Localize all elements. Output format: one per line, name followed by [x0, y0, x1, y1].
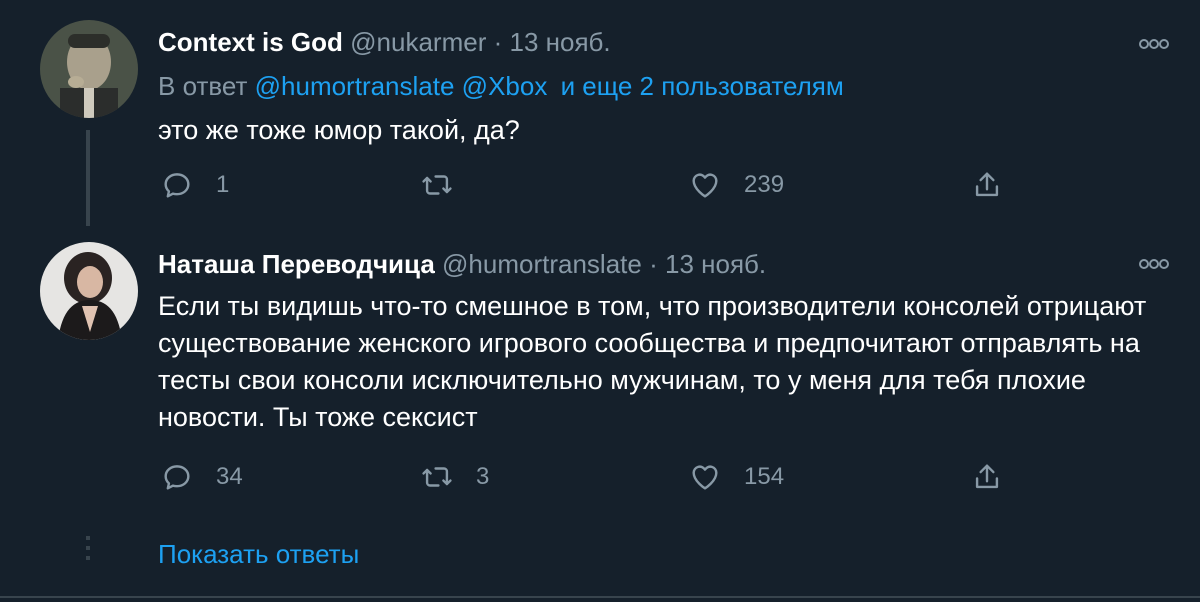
more-icon[interactable] — [1138, 258, 1170, 270]
separator: · — [493, 27, 503, 57]
thread-line — [86, 130, 90, 226]
reply-button[interactable]: 34 — [160, 460, 243, 494]
tweet-header: Наташа Переводчица @humortranslate · 13 … — [158, 248, 766, 280]
more-replies-indicator — [86, 536, 90, 566]
like-button[interactable]: 239 — [688, 168, 784, 202]
more-icon[interactable] — [1138, 38, 1170, 50]
reply-prefix: В ответ — [158, 71, 248, 101]
avatar[interactable] — [40, 20, 138, 118]
reply-icon — [164, 173, 190, 198]
share-icon — [975, 172, 999, 197]
retweet-count: 3 — [476, 463, 490, 490]
tweet-text: это же тоже юмор такой, да? — [158, 115, 520, 145]
author-handle[interactable]: @nukarmer — [350, 27, 486, 57]
tweet-text: Если ты видишь что-то смешное в том, что… — [158, 291, 1147, 432]
show-replies-link[interactable]: Показать ответы — [158, 538, 359, 570]
reply-button[interactable]: 1 — [160, 168, 229, 202]
author-name[interactable]: Context is God — [158, 27, 343, 57]
retweet-icon — [422, 467, 452, 487]
tweet-date[interactable]: 13 нояб. — [510, 27, 611, 57]
mention-xbox[interactable]: @Xbox — [462, 71, 548, 101]
reply-count: 1 — [216, 171, 230, 198]
author-handle[interactable]: @humortranslate — [442, 249, 642, 279]
retweet-button[interactable] — [420, 168, 476, 202]
like-count: 154 — [744, 463, 785, 490]
reply-context: В ответ @humortranslate @Xbox и еще 2 по… — [158, 70, 844, 102]
mention-humortranslate[interactable]: @humortranslate — [255, 71, 455, 101]
like-button[interactable]: 154 — [688, 460, 784, 494]
mention-others[interactable]: и еще 2 пользователям — [561, 71, 844, 101]
like-icon — [692, 173, 718, 198]
like-icon — [692, 465, 718, 490]
retweet-button[interactable]: 3 — [420, 460, 489, 494]
tweet-date[interactable]: 13 нояб. — [665, 249, 766, 279]
divider — [0, 596, 1200, 598]
tweet-2[interactable]: Наташа Переводчица @humortranslate · 13 … — [0, 226, 1200, 566]
author-name[interactable]: Наташа Переводчица — [158, 249, 435, 279]
share-icon — [975, 464, 999, 489]
retweet-icon — [422, 175, 452, 195]
reply-icon — [164, 465, 190, 490]
like-count: 239 — [744, 171, 785, 198]
avatar[interactable] — [40, 242, 138, 340]
separator: · — [649, 249, 658, 279]
tweet-header: Context is God @nukarmer · 13 нояб. — [158, 26, 611, 58]
share-button[interactable] — [970, 460, 1004, 494]
tweet-1[interactable]: Context is God @nukarmer · 13 нояб. В от… — [0, 0, 1200, 226]
share-button[interactable] — [970, 168, 1004, 202]
reply-count: 34 — [216, 463, 243, 490]
